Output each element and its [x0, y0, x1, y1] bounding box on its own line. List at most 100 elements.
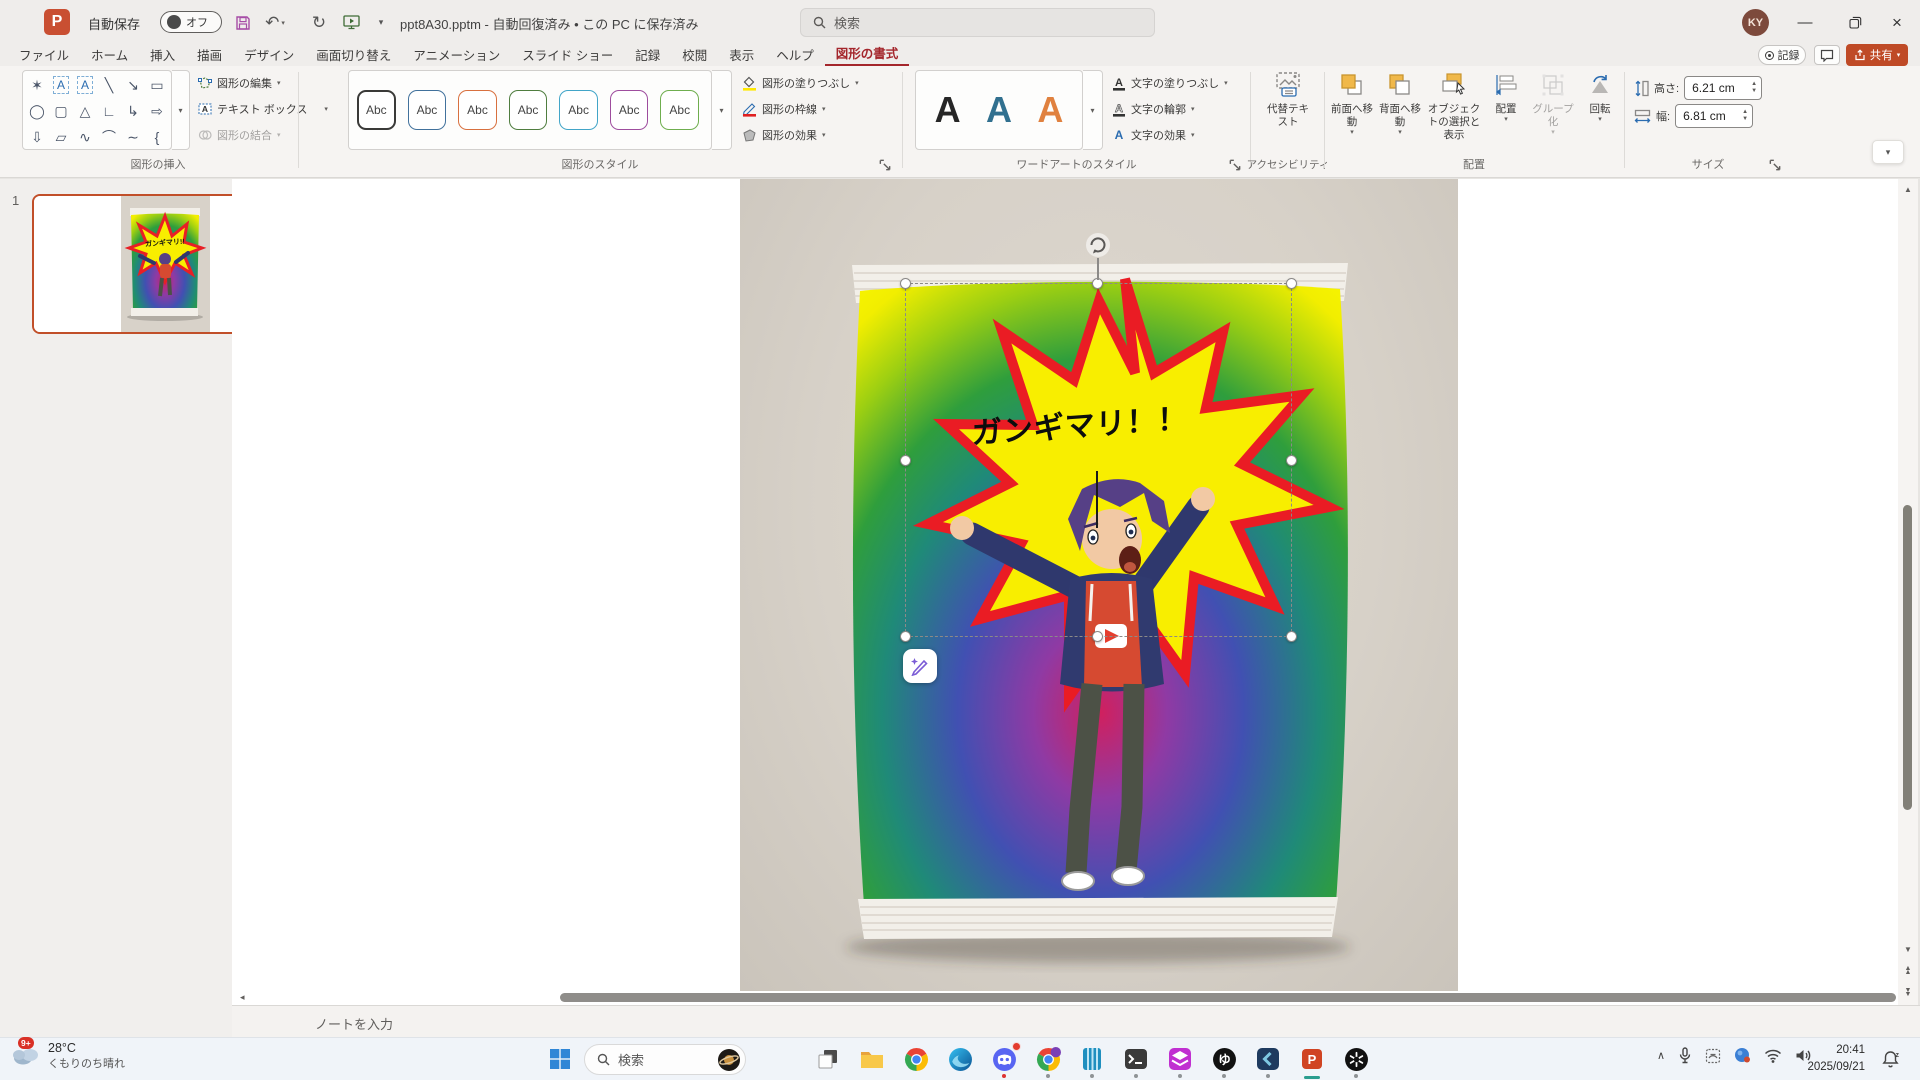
- selection-pane-button[interactable]: オブジェクトの選択と表示: [1424, 70, 1484, 142]
- selection-bounding-box[interactable]: [905, 283, 1292, 637]
- start-slideshow-button[interactable]: [338, 10, 364, 35]
- shape-style-more-button[interactable]: ▾: [712, 70, 732, 150]
- text-fill-button[interactable]: A 文字の塗りつぶし▾: [1112, 72, 1228, 94]
- selection-handle-mid-left[interactable]: [900, 455, 911, 466]
- down-arrow-tool[interactable]: ⇩: [25, 124, 49, 150]
- chevron-app-icon[interactable]: [1254, 1045, 1282, 1073]
- start-button[interactable]: [546, 1045, 574, 1073]
- taskbar-search-box[interactable]: 検索: [584, 1044, 746, 1075]
- record-button[interactable]: 記録: [1758, 45, 1806, 65]
- save-button[interactable]: [230, 10, 256, 35]
- align-button[interactable]: 配置▾: [1486, 70, 1526, 125]
- restore-button[interactable]: [1832, 0, 1878, 45]
- file-explorer-icon[interactable]: [858, 1045, 886, 1073]
- shape-style-preset-4[interactable]: Abc: [509, 90, 548, 130]
- rounded-rectangle-tool[interactable]: ▢: [49, 98, 73, 124]
- shape-style-preset-7[interactable]: Abc: [660, 90, 699, 130]
- right-arrow-tool[interactable]: ⇨: [145, 98, 169, 124]
- merge-shapes-button[interactable]: 図形の結合▾: [198, 124, 281, 146]
- horizontal-scroll-thumb[interactable]: [560, 993, 1896, 1002]
- bring-forward-button[interactable]: 前面へ移動▾: [1328, 70, 1376, 138]
- elbow-arrow-connector-tool[interactable]: ↳: [121, 98, 145, 124]
- notebook-app-icon[interactable]: [1078, 1045, 1106, 1073]
- tab-画面切り替え[interactable]: 画面切り替え: [305, 46, 402, 66]
- line-tool[interactable]: ╲: [97, 72, 121, 98]
- scroll-left-arrow[interactable]: ◂: [240, 992, 245, 1003]
- shape-style-preset-2[interactable]: Abc: [408, 90, 447, 130]
- comments-button[interactable]: [1814, 45, 1840, 65]
- shape-outline-button[interactable]: 図形の枠線▾: [742, 98, 826, 120]
- scroll-up-arrow[interactable]: ▲: [1898, 181, 1918, 197]
- shape-style-preset-5[interactable]: Abc: [559, 90, 598, 130]
- tab-デザイン[interactable]: デザイン: [233, 46, 305, 66]
- chatgpt-icon[interactable]: [1342, 1045, 1370, 1073]
- shape-styles-dialog-launcher[interactable]: [878, 158, 892, 172]
- selection-handle-bottom-right[interactable]: [1286, 631, 1297, 642]
- curve-tool[interactable]: ∼: [121, 124, 145, 150]
- taskbar-clock[interactable]: 20:41 2025/09/21: [1807, 1042, 1865, 1075]
- previous-slide-button[interactable]: ▲▲: [1898, 963, 1918, 979]
- tab-校閲[interactable]: 校閲: [671, 46, 718, 66]
- tab-描画[interactable]: 描画: [186, 46, 233, 66]
- selection-handle-bottom-mid[interactable]: [1092, 631, 1103, 642]
- notes-pane[interactable]: ノートを入力: [232, 1005, 1920, 1037]
- line-arrow-tool[interactable]: ↘: [121, 72, 145, 98]
- share-button[interactable]: 共有 ▾: [1846, 44, 1908, 66]
- vertical-scroll-thumb[interactable]: [1903, 505, 1912, 810]
- wordart-preset-2[interactable]: A: [979, 82, 1019, 138]
- minimize-button[interactable]: —: [1782, 0, 1828, 45]
- discord-icon[interactable]: [990, 1045, 1018, 1073]
- selection-handle-top-right[interactable]: [1286, 278, 1297, 289]
- collapse-ribbon-button[interactable]: ▾: [1872, 140, 1904, 164]
- tab-ホーム[interactable]: ホーム: [80, 46, 139, 66]
- redo-button[interactable]: ↻: [306, 10, 332, 35]
- tab-記録[interactable]: 記録: [624, 46, 671, 66]
- tray-stamp-icon[interactable]: [1705, 1048, 1721, 1064]
- shape-gallery-more-button[interactable]: ▾: [172, 70, 190, 150]
- scroll-down-arrow[interactable]: ▼: [1898, 941, 1918, 957]
- terminal-icon[interactable]: [1122, 1045, 1150, 1073]
- powerpoint-taskbar-icon[interactable]: P: [1298, 1045, 1326, 1073]
- powerpoint-app-icon[interactable]: P: [44, 9, 70, 35]
- elbow-connector-tool[interactable]: ∟: [97, 98, 121, 124]
- undo-button[interactable]: ↶▾: [262, 10, 288, 35]
- isoceles-triangle-tool[interactable]: △: [73, 98, 97, 124]
- vertical-text-box-tool[interactable]: A: [77, 76, 93, 94]
- arc-tool[interactable]: ⌒: [97, 124, 121, 150]
- oval-tool[interactable]: ◯: [25, 98, 49, 124]
- microphone-icon[interactable]: [1678, 1047, 1692, 1064]
- wordart-preset-1[interactable]: A: [928, 82, 968, 138]
- selection-handle-mid-right[interactable]: [1286, 455, 1297, 466]
- alt-text-button[interactable]: 代替テキスト: [1258, 70, 1318, 129]
- tab-ヘルプ[interactable]: ヘルプ: [765, 46, 825, 66]
- chrome-profile-icon[interactable]: [1034, 1045, 1062, 1073]
- office-search-box[interactable]: 検索: [800, 8, 1155, 37]
- tab-ファイル[interactable]: ファイル: [8, 46, 80, 66]
- left-brace-tool[interactable]: {: [145, 124, 169, 150]
- selection-handle-bottom-left[interactable]: [900, 631, 911, 642]
- text-box-tool[interactable]: A: [53, 76, 69, 94]
- freeform-tool[interactable]: ▱: [49, 124, 73, 150]
- tray-chevron-up-icon[interactable]: ∧: [1657, 1049, 1665, 1062]
- chrome-icon[interactable]: [902, 1045, 930, 1073]
- shape-style-preset-3[interactable]: Abc: [458, 90, 497, 130]
- edit-shape-button[interactable]: 図形の編集▾: [198, 72, 281, 94]
- horizontal-scrollbar[interactable]: ◂: [240, 991, 1896, 1004]
- send-backward-button[interactable]: 背面へ移動▾: [1376, 70, 1424, 138]
- tab-アニメーション[interactable]: アニメーション: [402, 46, 511, 66]
- height-spinner[interactable]: ▲▼: [1751, 81, 1757, 94]
- rotation-handle[interactable]: [1085, 232, 1111, 258]
- tray-blue-sphere-icon[interactable]: [1734, 1047, 1751, 1064]
- stack-app-icon[interactable]: [1166, 1045, 1194, 1073]
- autosave-toggle[interactable]: オフ: [160, 11, 222, 33]
- shape-fill-button[interactable]: 図形の塗りつぶし▾: [742, 72, 859, 94]
- selection-handle-top-left[interactable]: [900, 278, 911, 289]
- tab-挿入[interactable]: 挿入: [139, 46, 186, 66]
- rotate-button[interactable]: 回転▾: [1580, 70, 1620, 125]
- user-avatar[interactable]: KY: [1742, 9, 1769, 36]
- starburst-tool[interactable]: ✶: [25, 72, 49, 98]
- width-spinner[interactable]: ▲▼: [1742, 109, 1748, 122]
- text-box-button[interactable]: A テキスト ボックス▾: [198, 98, 328, 120]
- scribble-tool[interactable]: ∿: [73, 124, 97, 150]
- wordart-more-button[interactable]: ▾: [1083, 70, 1103, 150]
